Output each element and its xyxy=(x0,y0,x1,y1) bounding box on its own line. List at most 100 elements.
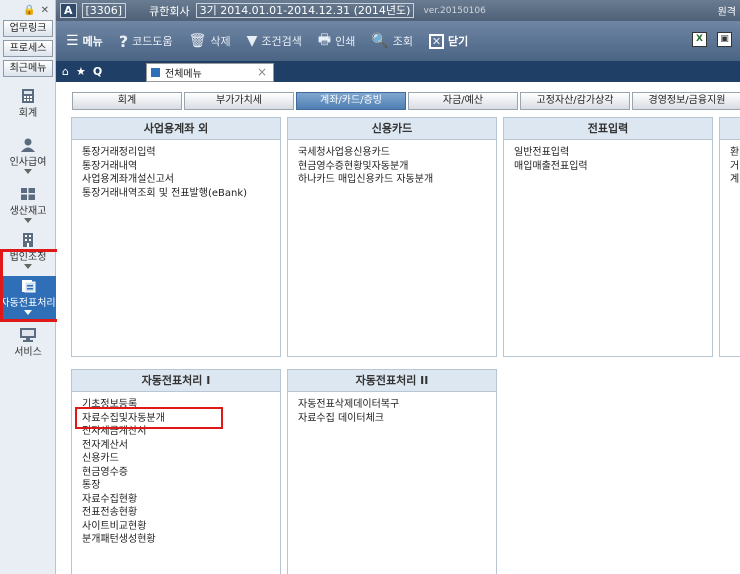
close-button[interactable]: ✕ 닫기 xyxy=(429,33,468,49)
menu-item[interactable]: 자료수집현황 xyxy=(82,493,280,507)
question-icon: ? xyxy=(118,31,129,51)
delete-label: 삭제 xyxy=(210,35,231,48)
company-code: [3306] xyxy=(81,3,127,18)
category-tab-account-card-evidence[interactable]: 계좌/카드/증빙 xyxy=(296,92,406,110)
excel-icon[interactable]: X xyxy=(692,32,707,47)
filter-search-label: 조건검색 xyxy=(261,35,302,48)
delete-button[interactable]: 🗑 삭제 xyxy=(189,33,231,49)
menu-item[interactable]: 전자계산서 xyxy=(82,439,280,453)
close-icon: ✕ xyxy=(429,33,445,49)
menu-item[interactable]: 분개패턴생성현황 xyxy=(82,533,280,547)
panel-partial-right: 환 거 계 xyxy=(719,117,740,357)
tab-all-menu-label: 전체메뉴 xyxy=(165,69,202,80)
panel-auto-slip-2: 자동전표처리 II 자동전표삭제데이터복구 자료수집 데이터체크 xyxy=(287,369,497,574)
grid-icon xyxy=(151,68,160,77)
menu-button[interactable]: ☰ 메뉴 xyxy=(66,33,103,49)
menu-item[interactable]: 계 xyxy=(730,173,740,187)
category-bar: 회계 부가가치세 계좌/카드/증빙 자금/예산 고정자산/감가상각 경영정보/금… xyxy=(72,92,740,110)
category-tab-fund-budget[interactable]: 자금/예산 xyxy=(408,92,518,110)
tab-all-menu[interactable]: 전체메뉴 × xyxy=(146,63,274,82)
remote-support-link[interactable]: 원격 xyxy=(718,3,736,18)
toolbar-right-icons: X ▣ xyxy=(692,32,732,47)
box-icon xyxy=(21,188,35,200)
building-icon xyxy=(23,233,33,247)
panel-title: 자동전표처리 I xyxy=(72,370,280,392)
search-icon[interactable]: Q xyxy=(93,65,102,78)
menu-item[interactable]: 하나카드 매입신용카드 자동분개 xyxy=(298,173,496,187)
lock-icon[interactable]: 🔒 xyxy=(23,5,35,16)
menu-item[interactable]: 일반전표입력 xyxy=(514,146,712,160)
rail-item-production-inventory[interactable]: 생산재고 xyxy=(0,187,56,223)
panel-title: 사업용계좌 외 xyxy=(72,118,280,140)
filter-icon: ▼ xyxy=(246,33,258,49)
menu-item[interactable]: 통장 xyxy=(82,479,280,493)
app-icon: A xyxy=(60,3,77,18)
rail-item-accounting[interactable]: 회계 xyxy=(0,89,56,119)
close-icon[interactable]: ✕ xyxy=(41,5,49,16)
menu-item[interactable]: 매입매출전표입력 xyxy=(514,160,712,174)
code-help-button[interactable]: ? 코드도움 xyxy=(119,32,173,51)
menu-item[interactable]: 사이트비교현황 xyxy=(82,520,280,534)
version-text: ver.20150106 xyxy=(423,5,486,16)
panel-slip-entry: 전표입력 일반전표입력 매입매출전표입력 xyxy=(503,117,713,357)
menu-item[interactable]: 환 xyxy=(730,146,740,160)
menu-item[interactable]: 통장거래정리입력 xyxy=(82,146,280,160)
search-icon: 🔍 xyxy=(371,33,389,49)
star-icon[interactable]: ★ xyxy=(76,65,86,78)
inquiry-label: 조회 xyxy=(392,35,414,48)
company-name[interactable]: 큐한회사 xyxy=(149,3,189,19)
rail-item-label: 서비스 xyxy=(14,347,42,358)
panel-title: 전표입력 xyxy=(504,118,712,140)
printer-icon: 🖶 xyxy=(317,32,332,48)
print-button[interactable]: 🖶 인쇄 xyxy=(318,29,355,53)
toolbar: ☰ 메뉴 ? 코드도움 🗑 삭제 ▼ 조건검색 🖶 인쇄 🔍 조회 ✕ 닫기 X… xyxy=(56,21,740,61)
menu-item[interactable]: 국세청사업용신용카드 xyxy=(298,146,496,160)
tab-quick-icons: ⌂ ★ Q xyxy=(56,65,102,78)
menu-item[interactable]: 신용카드 xyxy=(82,452,280,466)
menu-item[interactable]: 거 xyxy=(730,160,740,174)
panel-business-account: 사업용계좌 외 통장거래정리입력 통장거래내역 사업용계좌개설신고서 통장거래내… xyxy=(71,117,281,357)
panel-title xyxy=(720,118,740,140)
rail-item-label: 생산재고 xyxy=(9,206,47,217)
menu-item[interactable]: 현금영수증현황및자동분개 xyxy=(298,160,496,174)
category-tab-vat[interactable]: 부가가치세 xyxy=(184,92,294,110)
menu-item[interactable]: 전표전송현황 xyxy=(82,506,280,520)
tab-row: ⌂ ★ Q 전체메뉴 × xyxy=(56,61,740,82)
print-label: 인쇄 xyxy=(335,35,356,48)
menu-item[interactable]: 사업용계좌개설신고서 xyxy=(82,173,280,187)
monitor-icon xyxy=(20,328,36,342)
menu-item-highlight-box xyxy=(75,407,223,429)
home-icon[interactable]: ⌂ xyxy=(62,65,69,78)
filter-search-button[interactable]: ▼ 조건검색 xyxy=(247,33,302,49)
rail-item-label: 회계 xyxy=(18,108,38,119)
calculator-icon xyxy=(22,89,34,103)
rail-tab-work-link[interactable]: 업무링크 xyxy=(3,20,53,37)
rail-tab-process[interactable]: 프로세스 xyxy=(3,40,53,57)
code-help-label: 코드도움 xyxy=(132,35,173,48)
rail-top-controls: 🔒 ✕ xyxy=(0,0,55,20)
fiscal-period[interactable]: 3기 2014.01.01-2014.12.31 (2014년도) xyxy=(195,3,415,18)
panel-title: 자동전표처리 II xyxy=(288,370,496,392)
inquiry-button[interactable]: 🔍 조회 xyxy=(371,33,413,49)
category-tab-accounting[interactable]: 회계 xyxy=(72,92,182,110)
rail-tab-recent-menu[interactable]: 최근메뉴 xyxy=(3,60,53,77)
category-tab-management-finance[interactable]: 경영정보/금융지원 xyxy=(632,92,740,110)
rail-item-label: 인사급여 xyxy=(9,157,47,168)
tab-close-icon[interactable]: × xyxy=(257,65,267,79)
rail-item-hr-payroll[interactable]: 인사급여 xyxy=(0,138,56,174)
close-label: 닫기 xyxy=(448,35,469,48)
main-content: 회계 부가가치세 계좌/카드/증빙 자금/예산 고정자산/감가상각 경영정보/금… xyxy=(57,82,740,574)
menu-item[interactable]: 자동전표삭제데이터복구 xyxy=(298,398,496,412)
category-tab-fixed-assets[interactable]: 고정자산/감가상각 xyxy=(520,92,630,110)
chevron-down-icon xyxy=(24,169,32,174)
menu-item[interactable]: 통장거래내역조회 및 전표발행(eBank) xyxy=(82,187,280,201)
rail-item-service[interactable]: 서비스 xyxy=(0,328,56,358)
menu-item[interactable]: 현금영수증 xyxy=(82,466,280,480)
chevron-down-icon xyxy=(24,218,32,223)
menu-button-label: 메뉴 xyxy=(82,35,103,48)
window-icon[interactable]: ▣ xyxy=(717,32,732,47)
menu-item[interactable]: 자료수집 데이터체크 xyxy=(298,412,496,426)
panel-auto-slip-1: 자동전표처리 I 기초정보등록 자료수집및자동분개 전자세금계산서 전자계산서 … xyxy=(71,369,281,574)
menu-item[interactable]: 통장거래내역 xyxy=(82,160,280,174)
title-bar: A [3306] 큐한회사 3기 2014.01.01-2014.12.31 (… xyxy=(56,0,740,21)
